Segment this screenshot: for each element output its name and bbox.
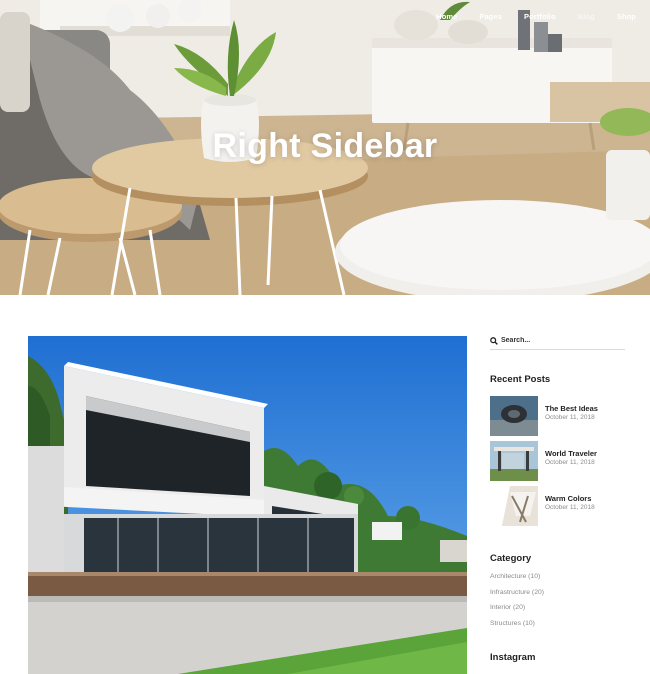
post-thumbnail[interactable] — [490, 486, 538, 526]
pavilion-thumbnail-image — [490, 441, 538, 481]
list-item[interactable]: The Best Ideas October 11, 2018 — [490, 396, 625, 441]
post-date: October 11, 2018 — [545, 504, 595, 511]
list-item[interactable]: World Traveler October 11, 2018 — [490, 441, 625, 486]
post-date: October 11, 2018 — [545, 414, 595, 421]
search-input[interactable] — [501, 337, 611, 344]
category-link-structures[interactable]: Structures (10) — [490, 619, 544, 635]
post-title[interactable]: World Traveler — [545, 449, 597, 458]
main-navigation: Home Pages Portfolio Blog Shop — [414, 12, 636, 21]
category-link-architecture[interactable]: Architecture (10) — [490, 572, 544, 588]
category-link-interior[interactable]: Interior (20) — [490, 603, 544, 619]
nav-item-home[interactable]: Home — [436, 12, 457, 21]
post-thumbnail[interactable] — [490, 396, 538, 436]
nav-item-portfolio[interactable]: Portfolio — [524, 12, 556, 21]
right-sidebar: Recent Posts The Best Ideas October 11, … — [490, 336, 625, 663]
nav-item-pages[interactable]: Pages — [479, 12, 502, 21]
featured-image[interactable] — [28, 336, 467, 674]
instagram-title: Instagram — [490, 652, 536, 663]
search-icon[interactable] — [490, 336, 498, 345]
search-box — [490, 336, 625, 350]
sculpture-thumbnail-image — [490, 396, 538, 436]
category-link-infrastructure[interactable]: Infrastructure (20) — [490, 588, 544, 604]
recent-posts-list: The Best Ideas October 11, 2018 World Tr… — [490, 396, 625, 531]
category-list: Architecture (10) Infrastructure (20) In… — [490, 572, 544, 634]
hero-banner: Right Sidebar Home Pages Portfolio Blog … — [0, 0, 650, 295]
page-title: Right Sidebar — [212, 127, 438, 165]
nav-item-blog[interactable]: Blog — [578, 12, 595, 21]
nav-item-shop[interactable]: Shop — [617, 12, 636, 21]
list-item[interactable]: Warm Colors October 11, 2018 — [490, 486, 625, 531]
recent-posts-title: Recent Posts — [490, 374, 551, 385]
post-title[interactable]: Warm Colors — [545, 494, 595, 503]
category-title: Category — [490, 553, 532, 564]
post-thumbnail[interactable] — [490, 441, 538, 481]
modern-house-photo — [28, 336, 467, 674]
interior-thumbnail-image — [490, 486, 538, 526]
post-date: October 11, 2018 — [545, 459, 595, 466]
post-title[interactable]: The Best Ideas — [545, 404, 598, 413]
